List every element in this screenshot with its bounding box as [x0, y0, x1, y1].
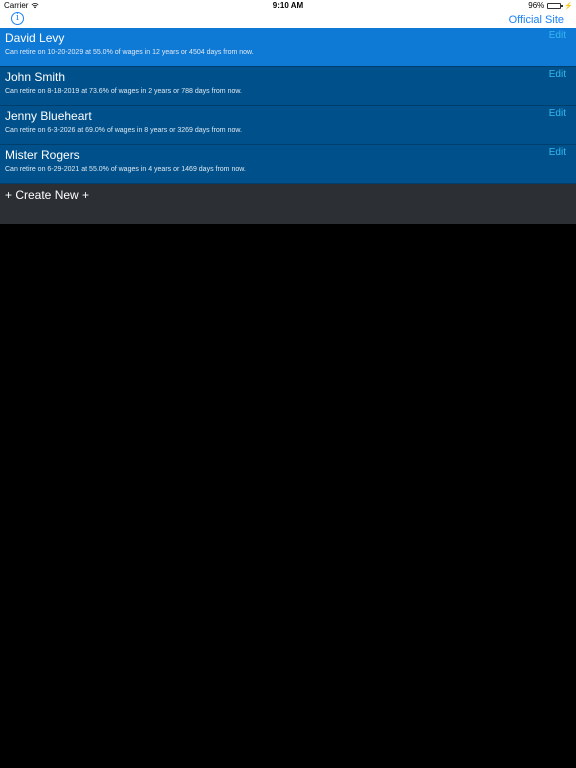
battery-percent: 96%: [528, 1, 545, 10]
create-new-label: + Create New +: [5, 188, 90, 202]
person-name: Jenny Blueheart: [5, 109, 92, 123]
person-name: John Smith: [5, 70, 66, 84]
status-time: 9:10 AM: [272, 1, 304, 10]
person-name: David Levy: [5, 31, 65, 45]
list-item[interactable]: David Levy Can retire on 10-20-2029 at 5…: [0, 28, 576, 67]
list-item[interactable]: Mister Rogers Can retire on 6-29-2021 at…: [0, 145, 576, 184]
edit-button[interactable]: Edit: [549, 108, 566, 119]
info-icon[interactable]: i: [11, 12, 24, 25]
retirement-summary: Can retire on 8-18-2019 at 73.6% of wage…: [5, 88, 242, 95]
battery-icon: [547, 2, 564, 9]
list-item[interactable]: Jenny Blueheart Can retire on 6-3-2026 a…: [0, 106, 576, 145]
official-site-link[interactable]: Official Site: [509, 14, 564, 26]
create-new-button[interactable]: + Create New +: [0, 184, 576, 224]
nav-bar: i Official Site: [0, 11, 576, 28]
retirement-summary: Can retire on 10-20-2029 at 55.0% of wag…: [5, 49, 254, 56]
person-name: Mister Rogers: [5, 148, 80, 162]
charging-bolt-icon: ⚡: [564, 2, 573, 10]
people-list: David Levy Can retire on 10-20-2029 at 5…: [0, 28, 576, 224]
edit-button[interactable]: Edit: [549, 147, 566, 158]
edit-button[interactable]: Edit: [549, 30, 566, 41]
retirement-summary: Can retire on 6-29-2021 at 55.0% of wage…: [5, 166, 246, 173]
battery-group: 96% ⚡: [528, 1, 573, 10]
list-item[interactable]: John Smith Can retire on 8-18-2019 at 73…: [0, 67, 576, 106]
status-bar: Carrier 9:10 AM 96% ⚡: [0, 0, 576, 11]
edit-button[interactable]: Edit: [549, 69, 566, 80]
retirement-summary: Can retire on 6-3-2026 at 69.0% of wages…: [5, 127, 242, 134]
